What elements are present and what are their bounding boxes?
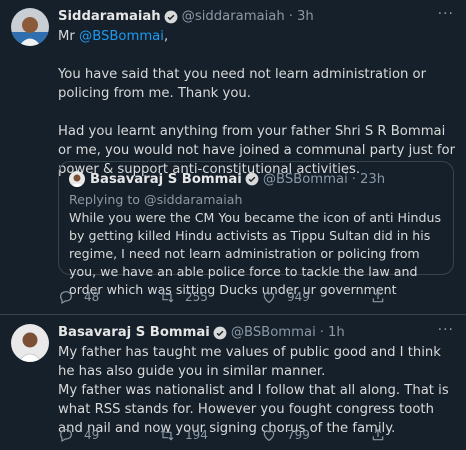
quote-avatar (69, 171, 85, 187)
tweet-body: Mr @BSBommai, You have said that you nee… (58, 27, 458, 179)
author-name[interactable]: Basavaraj S Bommai (58, 325, 210, 340)
tweet-bommai[interactable]: Basavaraj S Bommai @BSBommai · 1h ··· My… (0, 316, 466, 450)
tweet-actions: 48 255 949 (58, 289, 398, 309)
retweet-icon (160, 291, 174, 303)
reply-icon (60, 429, 72, 443)
like-count: 949 (287, 290, 310, 304)
reply-count: 48 (84, 290, 100, 304)
author-handle[interactable]: @BSBommai (231, 325, 316, 340)
quote-header: Basavaraj S Bommai @BSBommai · 23h (69, 171, 385, 187)
tweet-time[interactable]: 3h (297, 9, 314, 24)
retweet-button[interactable]: 255 (159, 289, 208, 305)
paragraph-1: You have said that you need not learn ad… (58, 67, 427, 101)
quote-text: While you were the CM You became the ico… (69, 210, 442, 297)
like-icon (263, 292, 275, 304)
verified-badge-icon (245, 172, 259, 186)
share-icon (372, 290, 384, 303)
greeting-line: Mr @BSBommai, (58, 27, 458, 46)
reply-count: 49 (84, 428, 100, 442)
like-icon (263, 430, 275, 442)
reply-icon (60, 291, 72, 305)
author-handle[interactable]: @siddaramaiah (182, 9, 285, 24)
tweet-siddaramaiah[interactable]: Siddaramaiah @siddaramaiah · 3h ··· Mr @… (0, 0, 466, 315)
avatar-siddaramaiah[interactable] (11, 8, 49, 46)
quote-separator: · (351, 171, 356, 187)
tweet-divider (0, 314, 466, 315)
quote-time: 23h (359, 171, 386, 187)
time-separator: · (288, 9, 293, 24)
author-name[interactable]: Siddaramaiah (58, 9, 161, 24)
share-icon (372, 428, 384, 441)
more-dots-icon[interactable]: ··· (438, 322, 454, 338)
retweet-icon (160, 429, 174, 441)
retweet-button[interactable]: 194 (159, 427, 208, 443)
tweet-header: Basavaraj S Bommai @BSBommai · 1h (58, 325, 345, 340)
greeting-end: , (163, 29, 169, 44)
quote-handle: @BSBommai (262, 171, 348, 187)
share-button[interactable] (370, 289, 386, 305)
tweet-actions: 49 194 799 (58, 427, 398, 447)
avatar-bommai[interactable] (11, 324, 49, 362)
verified-badge-icon (213, 326, 227, 340)
like-button[interactable]: 949 (261, 289, 310, 305)
quoted-tweet[interactable]: Basavaraj S Bommai @BSBommai · 23h Reply… (58, 161, 454, 297)
replying-to: Replying to @siddaramaiah (69, 192, 243, 207)
time-separator: · (319, 325, 324, 340)
quote-author-name: Basavaraj S Bommai (90, 171, 242, 187)
tweet-header: Siddaramaiah @siddaramaiah · 3h (58, 9, 314, 24)
verified-badge-icon (164, 10, 178, 24)
tweet-body: My father has taught me values of public… (58, 345, 449, 436)
mention-link[interactable]: @BSBommai (79, 29, 164, 44)
tweet-time[interactable]: 1h (328, 325, 345, 340)
like-count: 799 (287, 428, 310, 442)
reply-button[interactable]: 48 (58, 289, 99, 305)
more-dots-icon[interactable]: ··· (438, 6, 454, 22)
reply-button[interactable]: 49 (58, 427, 99, 443)
like-button[interactable]: 799 (261, 427, 310, 443)
retweet-count: 194 (185, 428, 208, 442)
share-button[interactable] (370, 427, 386, 443)
retweet-count: 255 (185, 290, 208, 304)
greeting-text: Mr (58, 29, 79, 44)
